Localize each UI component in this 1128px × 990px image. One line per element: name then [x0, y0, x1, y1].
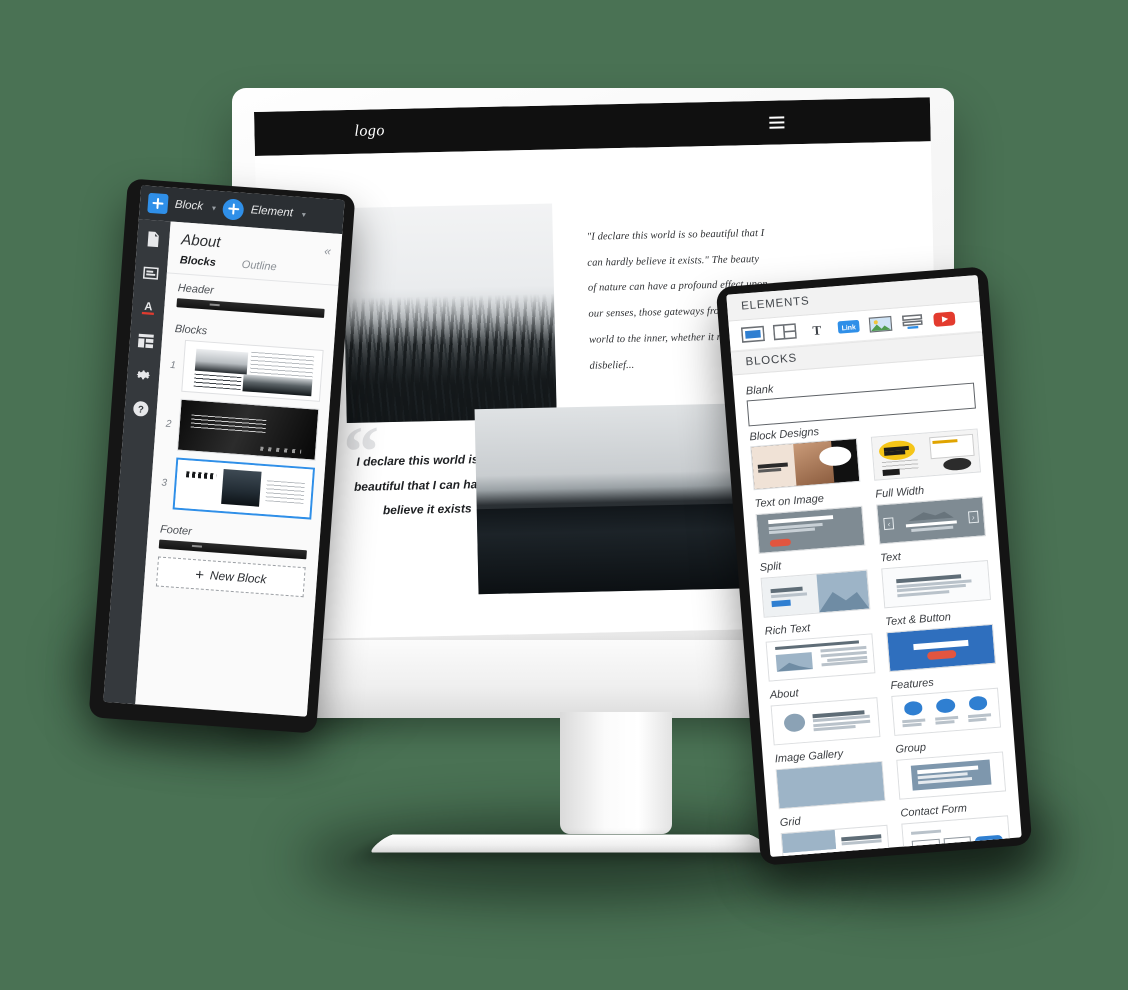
new-block-button[interactable]: + New Block	[155, 556, 306, 598]
block-number: 2	[165, 418, 172, 430]
page-icon[interactable]	[144, 230, 163, 249]
block-number: 3	[161, 477, 168, 489]
hamburger-icon[interactable]	[769, 116, 785, 129]
design-thumb-beauty-salon[interactable]	[750, 437, 861, 491]
text-icon[interactable]: T	[805, 320, 829, 339]
tablet-screen: Block ▾ Element ▾ A ? About « Blocks Out…	[103, 185, 345, 717]
monitor-shadow	[300, 820, 820, 900]
block-thumb-rich-text[interactable]	[765, 633, 876, 682]
tab-blocks[interactable]: Blocks	[179, 254, 216, 269]
help-icon[interactable]: ?	[131, 399, 150, 418]
link-icon[interactable]: Link	[837, 317, 861, 336]
phone-screen: ELEMENTS T Link BLOCKS Blank Block Desig…	[726, 274, 1022, 858]
svg-text:?: ?	[137, 404, 144, 415]
block-thumb-text-on-image[interactable]	[755, 505, 866, 555]
element-caret-icon[interactable]: ▾	[302, 210, 307, 219]
scene: logo "I declare this world is so beautif…	[0, 0, 1128, 990]
add-element-label[interactable]: Element	[250, 204, 293, 219]
block-thumbnail-1[interactable]	[181, 339, 324, 402]
image-icon[interactable]	[868, 315, 893, 334]
columns-icon[interactable]	[772, 322, 797, 341]
youtube-icon[interactable]	[932, 310, 956, 329]
forest-image[interactable]	[342, 203, 557, 424]
settings-gear-icon[interactable]	[134, 365, 153, 384]
svg-text:A: A	[144, 301, 153, 314]
tab-outline[interactable]: Outline	[241, 259, 277, 274]
new-block-label: New Block	[209, 568, 267, 587]
block-number: 1	[169, 359, 177, 371]
layout-icon[interactable]	[136, 331, 155, 350]
page-title: About	[180, 231, 222, 252]
add-block-label[interactable]: Block	[174, 199, 203, 213]
svg-text:Link: Link	[841, 324, 856, 332]
form-icon[interactable]	[900, 312, 924, 331]
block-thumb-about[interactable]	[770, 697, 881, 746]
block-thumb-text[interactable]	[881, 560, 992, 609]
builder-panel: About « Blocks Outline Header Blocks 1 2…	[135, 221, 343, 717]
svg-text:T: T	[812, 322, 822, 338]
block-thumbnail-2[interactable]	[176, 398, 320, 461]
collapse-panel-icon[interactable]: «	[324, 243, 332, 257]
new-block-plus-icon: +	[194, 565, 205, 584]
monitor-neck	[560, 712, 672, 834]
button-icon[interactable]	[740, 325, 766, 344]
add-element-plus-icon[interactable]	[222, 197, 245, 221]
block-icon[interactable]	[141, 264, 160, 283]
block-caret-icon[interactable]: ▾	[212, 203, 217, 212]
monitor-foot	[366, 834, 776, 853]
site-logo[interactable]: logo	[354, 122, 385, 141]
block-thumb-group[interactable]	[896, 751, 1007, 800]
block-thumbnail-3-selected[interactable]	[172, 457, 316, 520]
block-thumb-full-width[interactable]: ‹ ›	[876, 496, 987, 545]
font-color-icon[interactable]: A	[139, 297, 158, 316]
block-thumb-image-gallery[interactable]	[775, 760, 886, 810]
mountain-image[interactable]	[474, 403, 741, 595]
block-thumb-split[interactable]	[760, 569, 871, 618]
add-block-plus-icon[interactable]	[147, 192, 169, 215]
block-thumb-features[interactable]	[891, 687, 1002, 736]
design-thumb-design-studio[interactable]	[870, 428, 981, 481]
block-thumb-text-button[interactable]	[886, 623, 997, 673]
